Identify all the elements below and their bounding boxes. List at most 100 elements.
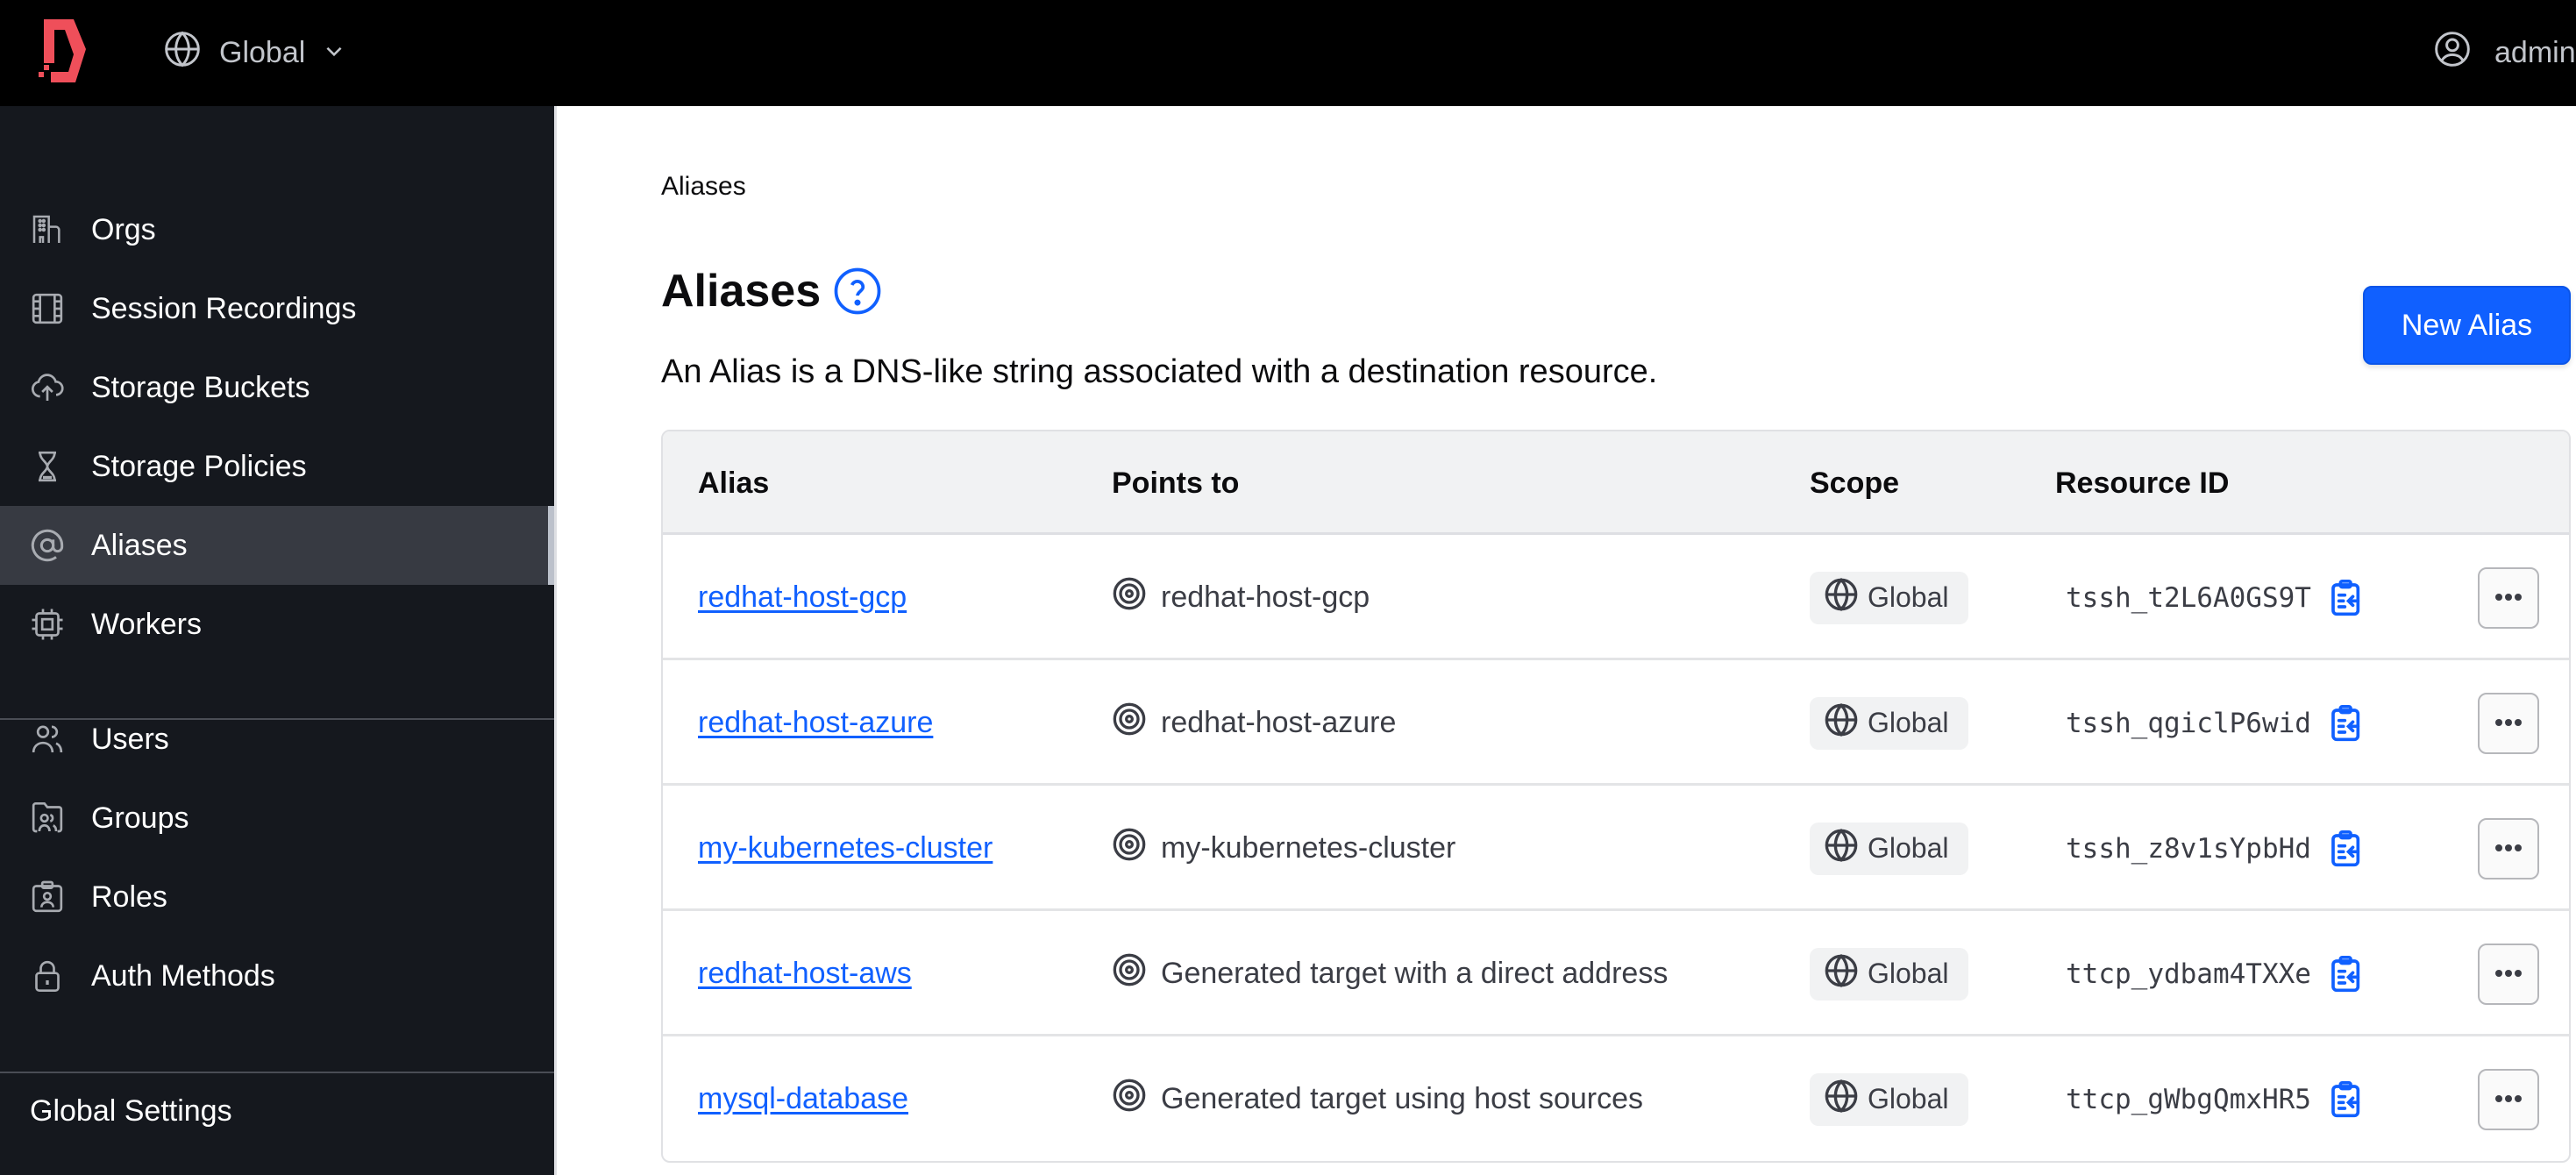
- alias-link[interactable]: redhat-host-azure: [698, 706, 933, 740]
- cpu-chip-icon: [28, 605, 67, 644]
- column-header-points-to: Points to: [1112, 466, 1240, 500]
- sidebar-border: [554, 106, 557, 1175]
- building-icon: [28, 210, 67, 249]
- resource-id-cell: tssh_t2L6A0GS9T: [2066, 535, 2364, 660]
- sidebar-item-label: Aliases: [91, 528, 188, 562]
- copy-to-clipboard-icon[interactable]: [2329, 830, 2364, 868]
- table-row: redhat-host-azure redhat-host-azure Glob…: [663, 660, 2569, 786]
- scope-cell: Global: [1810, 1036, 1968, 1161]
- target-icon: [1112, 576, 1147, 619]
- scope-cell: Global: [1810, 911, 1968, 1036]
- scope-badge: Global: [1810, 696, 1968, 750]
- sidebar-item-label: Roles: [91, 879, 167, 914]
- cloud-upload-icon: [28, 368, 67, 407]
- at-sign-icon: [28, 526, 67, 565]
- scope-badge-label: Global: [1868, 707, 1949, 738]
- help-icon[interactable]: [833, 267, 882, 316]
- more-actions-button[interactable]: [2478, 817, 2539, 879]
- resource-id: tssh_qgiclP6wid: [2066, 707, 2311, 739]
- sidebar-item-storage-buckets[interactable]: Storage Buckets: [0, 348, 554, 427]
- target-name: my-kubernetes-cluster: [1161, 831, 1456, 865]
- table-row: redhat-host-gcp redhat-host-gcp Global t…: [663, 535, 2569, 660]
- user-menu-label: admin: [2494, 35, 2576, 69]
- alias-link[interactable]: redhat-host-gcp: [698, 580, 907, 615]
- scope-picker[interactable]: Global: [163, 30, 345, 76]
- globe-icon: [1824, 577, 1859, 619]
- scope-picker-label: Global: [219, 35, 306, 69]
- actions-cell: [2478, 660, 2539, 786]
- sidebar-item-label: Workers: [91, 607, 202, 641]
- resource-id: tssh_t2L6A0GS9T: [2066, 581, 2311, 614]
- lock-icon: [28, 957, 67, 995]
- actions-cell: [2478, 786, 2539, 911]
- ellipsis-icon: [2494, 842, 2523, 855]
- target-name: redhat-host-azure: [1161, 706, 1397, 739]
- film-icon: [28, 289, 67, 328]
- globe-icon: [1824, 953, 1859, 995]
- more-actions-button[interactable]: [2478, 566, 2539, 629]
- sidebar-item-groups[interactable]: Groups: [0, 779, 554, 858]
- ellipsis-icon: [2494, 967, 2523, 980]
- globe-icon: [163, 30, 202, 76]
- copy-to-clipboard-icon[interactable]: [2329, 704, 2364, 743]
- resource-id: tssh_z8v1sYpbHd: [2066, 832, 2311, 865]
- copy-to-clipboard-icon[interactable]: [2329, 579, 2364, 617]
- sidebar-item-roles[interactable]: Roles: [0, 858, 554, 936]
- more-actions-button[interactable]: [2478, 943, 2539, 1005]
- sidebar-item-workers[interactable]: Workers: [0, 585, 554, 664]
- target-name: Generated target using host sources: [1161, 1082, 1643, 1115]
- sidebar: Orgs Session Recordings Storage Buckets …: [0, 106, 554, 1175]
- user-circle-icon: [2433, 30, 2472, 76]
- resource-id-cell: tssh_qgiclP6wid: [2066, 660, 2364, 786]
- target-name: Generated target with a direct address: [1161, 957, 1669, 990]
- table-header: Alias Points to Scope Resource ID: [663, 431, 2569, 535]
- copy-to-clipboard-icon[interactable]: [2329, 955, 2364, 993]
- actions-cell: [2478, 535, 2539, 660]
- more-actions-button[interactable]: [2478, 692, 2539, 754]
- column-header-alias: Alias: [698, 466, 770, 500]
- page-title-text: Aliases: [661, 266, 822, 317]
- resource-id: ttcp_gWbgQmxHR5: [2066, 1083, 2311, 1115]
- scope-badge: Global: [1810, 1072, 1968, 1126]
- scope-cell: Global: [1810, 660, 1968, 786]
- scope-cell: Global: [1810, 535, 1968, 660]
- column-header-resource-id: Resource ID: [2055, 466, 2230, 500]
- scope-badge-label: Global: [1868, 1083, 1949, 1114]
- aliases-table: Alias Points to Scope Resource ID redhat…: [661, 430, 2571, 1163]
- sidebar-item-label: Storage Buckets: [91, 370, 310, 404]
- user-menu[interactable]: admin: [2433, 30, 2576, 76]
- sidebar-item-users[interactable]: Users: [0, 700, 554, 779]
- alias-link[interactable]: redhat-host-aws: [698, 957, 912, 991]
- sidebar-item-label: Storage Policies: [91, 449, 307, 483]
- alias-cell: redhat-host-azure: [698, 660, 933, 786]
- sidebar-item-label: Orgs: [91, 212, 156, 246]
- sidebar-item-label: Session Recordings: [91, 291, 357, 325]
- alias-link[interactable]: my-kubernetes-cluster: [698, 831, 993, 865]
- alias-link[interactable]: mysql-database: [698, 1082, 908, 1116]
- users-icon: [28, 720, 67, 758]
- new-alias-button[interactable]: New Alias: [2363, 286, 2571, 365]
- sidebar-item-label: Users: [91, 722, 169, 756]
- ellipsis-icon: [2494, 716, 2523, 730]
- sidebar-item-auth-methods[interactable]: Auth Methods: [0, 936, 554, 1015]
- column-header-scope: Scope: [1810, 466, 1900, 500]
- global-settings-link[interactable]: Global Settings: [30, 1094, 232, 1129]
- sidebar-item-session-recordings[interactable]: Session Recordings: [0, 269, 554, 348]
- breadcrumb[interactable]: Aliases: [661, 172, 746, 202]
- sidebar-item-aliases[interactable]: Aliases: [0, 506, 554, 585]
- scope-badge: Global: [1810, 571, 1968, 624]
- scope-badge-label: Global: [1868, 958, 1949, 989]
- points-to-cell: my-kubernetes-cluster: [1112, 786, 1455, 911]
- table-row: mysql-database Generated target using ho…: [663, 1036, 2569, 1161]
- sidebar-divider: [0, 1072, 554, 1073]
- target-icon: [1112, 701, 1147, 744]
- boundary-logo[interactable]: [39, 19, 91, 82]
- points-to-cell: redhat-host-gcp: [1112, 535, 1370, 660]
- chevron-down-icon: [323, 36, 345, 70]
- copy-to-clipboard-icon[interactable]: [2329, 1080, 2364, 1119]
- more-actions-button[interactable]: [2478, 1068, 2539, 1130]
- sidebar-item-storage-policies[interactable]: Storage Policies: [0, 427, 554, 506]
- sidebar-item-orgs[interactable]: Orgs: [0, 190, 554, 269]
- group-folder-icon: [28, 799, 67, 837]
- target-icon: [1112, 827, 1147, 870]
